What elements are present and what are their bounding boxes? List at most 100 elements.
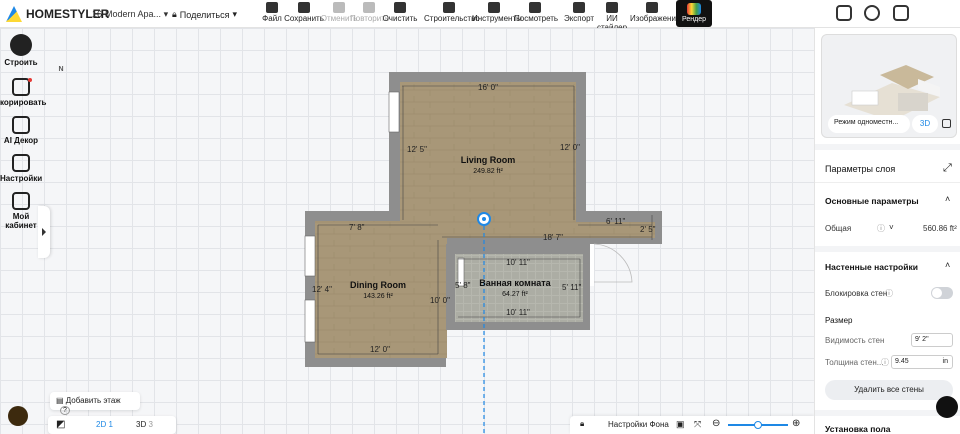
- floorplan-canvas[interactable]: 16' 0" 12' 5" 12' 0" 7' 8" 6' 11" 2' 5" …: [0, 28, 814, 434]
- dim-label: 6' 11": [606, 217, 626, 226]
- inner-wall: [446, 322, 590, 330]
- total-value: 560.86 ft²: [923, 224, 957, 233]
- wall-visibility-input[interactable]: 9' 2": [911, 333, 953, 347]
- dim-label: 7' 8": [349, 223, 365, 232]
- tools-button[interactable]: Инструменты: [472, 2, 522, 26]
- view-2d-count: 1: [108, 420, 113, 429]
- expand-icon[interactable]: ⤢: [943, 162, 952, 175]
- eye-icon: [529, 2, 541, 13]
- right-panel: Режим одноместн... 3D Параметры слоя ⤢ О…: [814, 28, 960, 434]
- chat-icon[interactable]: [936, 396, 958, 418]
- chevron-up-icon[interactable]: ˄: [945, 194, 950, 204]
- share-button[interactable]: 🔒︎ Поделиться ▾: [172, 9, 237, 20]
- mail-icon[interactable]: [893, 5, 909, 21]
- preview-mode-button[interactable]: Режим одноместн...: [828, 115, 910, 133]
- chevron-up-icon[interactable]: ˄: [945, 260, 950, 270]
- gear-icon[interactable]: [864, 5, 880, 21]
- floorplan[interactable]: 16' 0" 12' 5" 12' 0" 7' 8" 6' 11" 2' 5" …: [0, 28, 814, 434]
- search-icon[interactable]: [836, 5, 852, 21]
- view-3d-tab[interactable]: 3D 3: [136, 420, 153, 429]
- undo-icon: [333, 2, 345, 13]
- zoom-slider-thumb[interactable]: [754, 421, 762, 429]
- clear-button[interactable]: Очистить: [381, 2, 419, 26]
- help-icon[interactable]: ?: [60, 406, 70, 415]
- wall-visibility-label: Видимость стен: [825, 336, 885, 345]
- fit-screen-icon[interactable]: ⤧: [694, 419, 701, 430]
- room-name: Ванная комната: [479, 278, 551, 288]
- view-3d-label: 3D: [136, 420, 147, 429]
- dim-label: 12' 4": [312, 285, 332, 294]
- inner-wall: [446, 244, 455, 330]
- info-icon[interactable]: ⓘ: [877, 223, 885, 234]
- crown-icon[interactable]: [8, 406, 28, 426]
- build-tool[interactable]: Строить: [0, 34, 42, 67]
- zoom-in-icon[interactable]: ⊕: [792, 418, 800, 429]
- my-cabinet-label: Мой: [12, 212, 30, 221]
- wall-lock-label: Блокировка стен: [825, 289, 888, 298]
- floor-setup-header[interactable]: Установка пола: [825, 424, 891, 434]
- 3d-preview[interactable]: Режим одноместн... 3D: [821, 34, 957, 138]
- delete-all-walls-button[interactable]: Удалить все стены: [825, 380, 953, 400]
- decorate-tool-label: корировать: [0, 98, 47, 107]
- render-label: Рендер: [682, 16, 706, 23]
- image-icon: [646, 2, 658, 13]
- wall-lock-toggle[interactable]: [931, 287, 953, 299]
- preview-3d-button[interactable]: 3D: [912, 115, 938, 133]
- compass-label: N: [58, 66, 64, 73]
- zoom-out-icon[interactable]: ⊖: [712, 418, 720, 429]
- popout-icon[interactable]: [942, 119, 951, 128]
- lock-icon: 🔒︎: [172, 9, 177, 19]
- view-mode-switch: ◩ 2D 1 3D 3: [48, 416, 176, 434]
- basic-params-header[interactable]: Основные параметры: [825, 196, 919, 206]
- info-icon[interactable]: ⓘ: [881, 357, 889, 368]
- settings-tool-label: Настройки: [0, 174, 43, 183]
- wall-thickness-unit[interactable]: in: [943, 358, 948, 365]
- render-button[interactable]: Рендер: [676, 0, 712, 27]
- tools-icon: [488, 2, 500, 13]
- inner-wall: [583, 244, 590, 330]
- wall-thickness-input[interactable]: 9.45 in: [891, 355, 953, 369]
- images-button[interactable]: Изображения: [630, 2, 680, 26]
- dim-label: 18' 7": [543, 233, 563, 242]
- my-cabinet-tool[interactable]: Мой кабинет: [0, 192, 42, 230]
- ai-decor-label: AI Декор: [3, 136, 39, 145]
- ai-decor-tool[interactable]: AI Декор: [0, 116, 42, 145]
- save-button[interactable]: Сохранить: [284, 2, 324, 26]
- save-label: Сохранить: [284, 14, 324, 23]
- wall-visibility-value: 9' 2": [915, 336, 929, 343]
- lock-icon[interactable]: 🔒︎: [580, 419, 584, 429]
- project-name-dropdown[interactable]: 16-Modern Apa... ▾: [92, 9, 168, 20]
- view-label: Посмотреть: [514, 14, 559, 23]
- divider: [815, 182, 960, 183]
- collapse-panel-toggle[interactable]: [38, 206, 50, 258]
- window: [304, 235, 316, 277]
- view-2d-tab[interactable]: 2D 1: [96, 420, 113, 429]
- build-button[interactable]: Строительство: [424, 2, 480, 26]
- pencil-icon: [10, 34, 32, 56]
- dim-label: 16' 0": [478, 83, 498, 92]
- decorate-tool[interactable]: корировать: [0, 78, 46, 107]
- window: [388, 91, 400, 133]
- background-settings-button[interactable]: Настройки Фона: [608, 420, 669, 429]
- delete-walls-label: Удалить все стены: [854, 385, 924, 394]
- settings-tool[interactable]: Настройки: [0, 154, 42, 183]
- inner-wall: [446, 244, 590, 254]
- camera-view-icon[interactable]: ▣: [676, 419, 685, 430]
- file-icon: [266, 2, 278, 13]
- wall-thickness-value: 9.45: [895, 358, 909, 365]
- info-icon[interactable]: ⓘ: [885, 288, 893, 299]
- dim-label: 2' 5": [640, 225, 656, 234]
- dim-label: 5' 11": [562, 283, 582, 292]
- export-icon: [573, 2, 585, 13]
- divider: [815, 144, 960, 150]
- view-button[interactable]: Посмотреть: [514, 2, 559, 26]
- grid-toggle-icon[interactable]: ◩: [56, 419, 65, 430]
- project-name: 16-Modern Apa...: [92, 9, 162, 19]
- wall-settings-header[interactable]: Настенные настройки: [825, 262, 918, 272]
- ai-styler-button[interactable]: ИИ стайлер: [592, 2, 632, 32]
- dim-label: 10' 11": [506, 258, 530, 267]
- chevron-down-icon[interactable]: ˅: [889, 223, 894, 232]
- add-floor-button[interactable]: ▤ Добавить этаж ?: [50, 392, 140, 415]
- door-gap: [590, 244, 594, 286]
- compass-icon[interactable]: N: [54, 66, 68, 80]
